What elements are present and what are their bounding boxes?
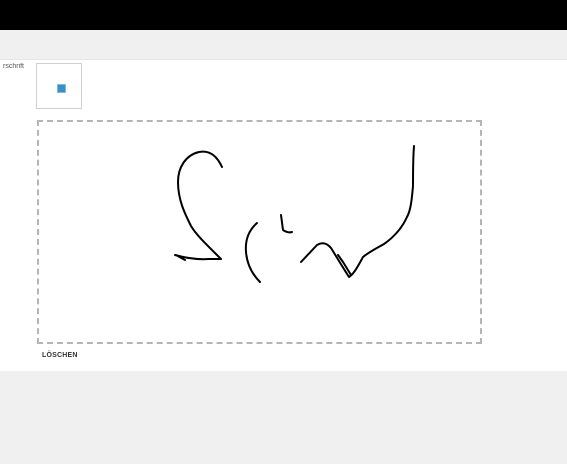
signature-stroke — [280, 214, 293, 234]
signature-drawing — [174, 145, 415, 283]
signature-field-label: rschrift — [3, 63, 24, 70]
signature-stroke — [244, 222, 261, 283]
signature-stroke — [337, 254, 352, 276]
signature-thumbnail[interactable] — [36, 63, 82, 109]
clear-button[interactable]: LÖSCHEN — [42, 352, 78, 359]
image-thumbnail-icon — [57, 84, 66, 93]
signature-pad[interactable] — [37, 120, 482, 344]
signature-panel: rschrift LÖSCHEN — [0, 59, 567, 372]
sub-bar — [0, 30, 567, 59]
signature-stroke — [174, 150, 223, 261]
top-bar — [0, 0, 567, 30]
footer-area — [0, 371, 567, 464]
signature-stroke — [300, 145, 415, 278]
